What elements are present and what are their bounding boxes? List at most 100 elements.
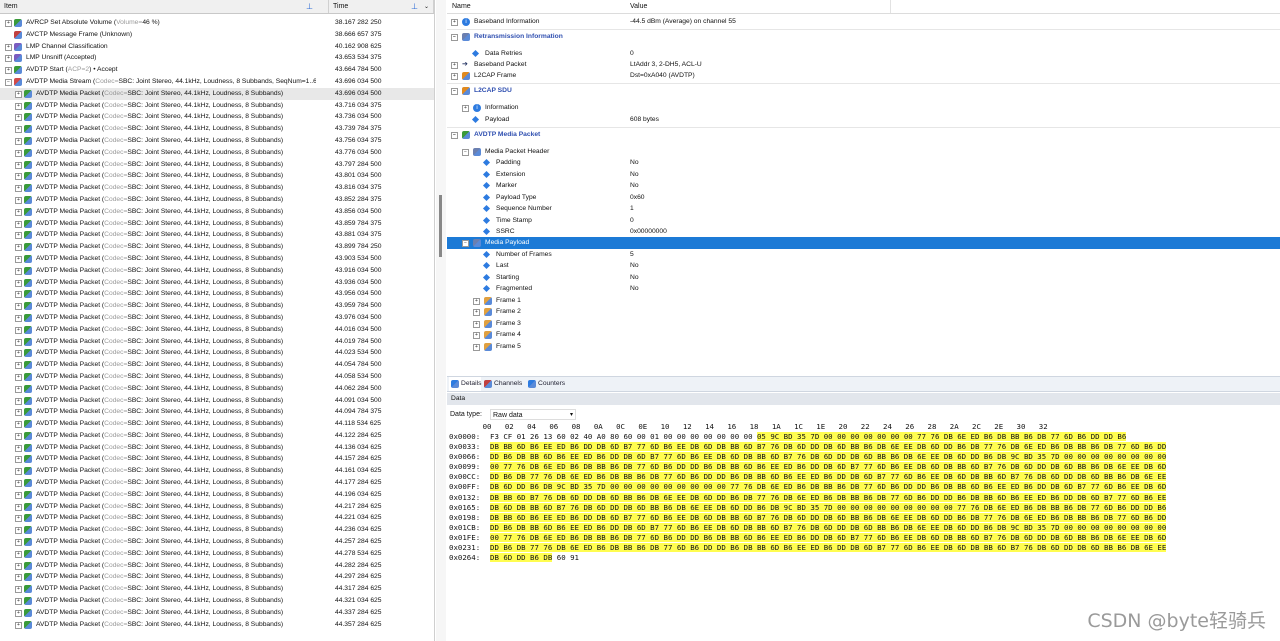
expand-icon[interactable]: + — [15, 598, 22, 606]
tree-node[interactable]: − Media Payload — [447, 237, 1280, 249]
expand-icon[interactable]: + — [15, 161, 22, 169]
expand-icon[interactable]: + — [15, 362, 22, 370]
tree-node[interactable]: + L2CAP Frame Dst=0xA040 (AVDTP) — [447, 70, 1280, 82]
table-row[interactable]: + AVDTP Media Packet (Codec=SBC: Joint St… — [0, 277, 434, 289]
column-item[interactable]: Item — [0, 0, 329, 13]
table-row[interactable]: + AVDTP Media Packet (Codec=SBC: Joint St… — [0, 548, 434, 560]
tree-node[interactable]: + Frame 4 — [447, 329, 1280, 341]
table-row[interactable]: + AVDTP Media Packet (Codec=SBC: Joint St… — [0, 619, 434, 631]
table-row[interactable]: + AVDTP Media Packet (Codec=SBC: Joint St… — [0, 135, 434, 147]
table-row[interactable]: + AVDTP Media Packet (Codec=SBC: Joint St… — [0, 406, 434, 418]
table-row[interactable]: + AVDTP Media Packet (Codec=SBC: Joint St… — [0, 324, 434, 336]
expand-icon[interactable]: + — [15, 562, 22, 570]
table-row[interactable]: + AVDTP Media Packet (Codec=SBC: Joint St… — [0, 336, 434, 348]
table-row[interactable]: + AVDTP Media Packet (Codec=SBC: Joint St… — [0, 170, 434, 182]
table-row[interactable]: + AVDTP Media Packet (Codec=SBC: Joint St… — [0, 418, 434, 430]
expand-icon[interactable]: + — [15, 102, 22, 110]
expand-icon[interactable]: + — [15, 196, 22, 204]
expand-icon[interactable]: + — [15, 185, 22, 193]
table-row[interactable]: + AVDTP Media Packet (Codec=SBC: Joint St… — [0, 253, 434, 265]
expand-icon[interactable]: + — [15, 220, 22, 228]
tree-node[interactable]: + Frame 2 — [447, 306, 1280, 318]
table-row[interactable]: + LMP Unsniff (Accepted) 43.653 534 375 — [0, 52, 434, 64]
expand-icon[interactable]: + — [473, 309, 480, 316]
tab-details[interactable]: Details — [449, 377, 482, 391]
tree-node[interactable]: Padding No — [447, 157, 1280, 169]
expand-icon[interactable]: + — [15, 303, 22, 311]
expand-icon[interactable]: + — [15, 114, 22, 122]
expand-icon[interactable]: + — [15, 468, 22, 476]
table-row[interactable]: + AVDTP Media Packet (Codec=SBC: Joint St… — [0, 159, 434, 171]
collapse-icon[interactable]: − — [5, 78, 12, 86]
table-row[interactable]: + AVDTP Media Packet (Codec=SBC: Joint St… — [0, 241, 434, 253]
expand-icon[interactable]: + — [15, 326, 22, 334]
expand-icon[interactable]: + — [15, 244, 22, 252]
expand-icon[interactable]: + — [473, 298, 480, 305]
expand-icon[interactable]: + — [15, 491, 22, 499]
expand-icon[interactable]: + — [15, 574, 22, 582]
expand-icon[interactable]: + — [5, 67, 12, 75]
table-row[interactable]: + AVDTP Media Packet (Codec=SBC: Joint St… — [0, 524, 434, 536]
expand-icon[interactable]: + — [15, 291, 22, 299]
table-row[interactable]: + AVDTP Media Packet (Codec=SBC: Joint St… — [0, 607, 434, 619]
table-row[interactable]: + AVDTP Media Packet (Codec=SBC: Joint St… — [0, 123, 434, 135]
tree-node[interactable]: − AVDTP Media Packet — [447, 129, 1280, 141]
table-row[interactable]: + AVDTP Media Packet (Codec=SBC: Joint St… — [0, 100, 434, 112]
expand-icon[interactable]: + — [451, 19, 458, 26]
table-row[interactable]: − AVDTP Media Stream (Codec=SBC: Joint St… — [0, 76, 434, 88]
table-row[interactable]: + AVDTP Media Packet (Codec=SBC: Joint St… — [0, 111, 434, 123]
expand-icon[interactable]: + — [15, 373, 22, 381]
expand-icon[interactable]: + — [473, 344, 480, 351]
column-divider[interactable] — [890, 0, 891, 13]
table-row[interactable]: + AVDTP Media Packet (Codec=SBC: Joint St… — [0, 595, 434, 607]
column-name[interactable]: Name — [452, 0, 471, 13]
expand-icon[interactable]: + — [15, 208, 22, 216]
expand-icon[interactable]: + — [451, 62, 458, 69]
table-row[interactable]: + AVDTP Media Packet (Codec=SBC: Joint St… — [0, 489, 434, 501]
table-row[interactable]: + AVDTP Media Packet (Codec=SBC: Joint St… — [0, 300, 434, 312]
table-row[interactable]: + AVDTP Media Packet (Codec=SBC: Joint St… — [0, 430, 434, 442]
expand-icon[interactable]: + — [15, 314, 22, 322]
table-row[interactable]: AVCTP Message Frame (Unknown) 38.666 657 … — [0, 29, 434, 41]
tree-node[interactable]: Marker No — [447, 180, 1280, 192]
table-row[interactable]: + AVDTP Media Packet (Codec=SBC: Joint St… — [0, 288, 434, 300]
expand-icon[interactable]: + — [15, 621, 22, 629]
table-row[interactable]: + AVDTP Media Packet (Codec=SBC: Joint St… — [0, 265, 434, 277]
table-row[interactable]: + AVDTP Media Packet (Codec=SBC: Joint St… — [0, 571, 434, 583]
vertical-scrollbar[interactable] — [436, 0, 446, 641]
table-row[interactable]: + AVDTP Media Packet (Codec=SBC: Joint St… — [0, 312, 434, 324]
column-time[interactable]: Time — [329, 0, 434, 13]
tree-node[interactable]: + Frame 5 — [447, 341, 1280, 353]
expand-icon[interactable]: + — [15, 267, 22, 275]
collapse-icon[interactable]: − — [451, 34, 458, 41]
table-row[interactable]: + AVRCP Set Absolute Volume (Volume=46 %)… — [0, 17, 434, 29]
expand-icon[interactable]: + — [15, 232, 22, 240]
expand-icon[interactable]: + — [15, 137, 22, 145]
expand-icon[interactable]: + — [15, 90, 22, 98]
table-row[interactable]: + AVDTP Media Packet (Codec=SBC: Joint St… — [0, 182, 434, 194]
table-row[interactable]: + AVDTP Media Packet (Codec=SBC: Joint St… — [0, 442, 434, 454]
expand-icon[interactable]: + — [15, 456, 22, 464]
expand-icon[interactable]: + — [15, 279, 22, 287]
expand-icon[interactable]: + — [15, 255, 22, 263]
table-row[interactable]: + AVDTP Media Packet (Codec=SBC: Joint St… — [0, 560, 434, 572]
table-row[interactable]: + AVDTP Media Packet (Codec=SBC: Joint St… — [0, 218, 434, 230]
collapse-icon[interactable]: − — [451, 88, 458, 95]
column-value[interactable]: Value — [630, 0, 647, 13]
expand-icon[interactable]: + — [5, 43, 12, 51]
tree-node[interactable]: Payload 608 bytes — [447, 114, 1280, 126]
expand-icon[interactable]: + — [15, 503, 22, 511]
table-row[interactable]: + AVDTP Media Packet (Codec=SBC: Joint St… — [0, 536, 434, 548]
tab-counters[interactable]: Counters — [526, 377, 565, 391]
expand-icon[interactable]: + — [15, 432, 22, 440]
tree-node[interactable]: Fragmented No — [447, 283, 1280, 295]
expand-icon[interactable]: + — [15, 421, 22, 429]
expand-icon[interactable]: + — [15, 480, 22, 488]
table-row[interactable]: + AVDTP Media Packet (Codec=SBC: Joint St… — [0, 501, 434, 513]
expand-icon[interactable]: + — [15, 338, 22, 346]
table-row[interactable]: + AVDTP Media Packet (Codec=SBC: Joint St… — [0, 583, 434, 595]
expand-icon[interactable]: + — [15, 539, 22, 547]
table-row[interactable]: + AVDTP Media Packet (Codec=SBC: Joint St… — [0, 395, 434, 407]
data-type-select[interactable]: Raw data ▾ — [490, 409, 576, 420]
table-row[interactable]: + AVDTP Media Packet (Codec=SBC: Joint St… — [0, 465, 434, 477]
